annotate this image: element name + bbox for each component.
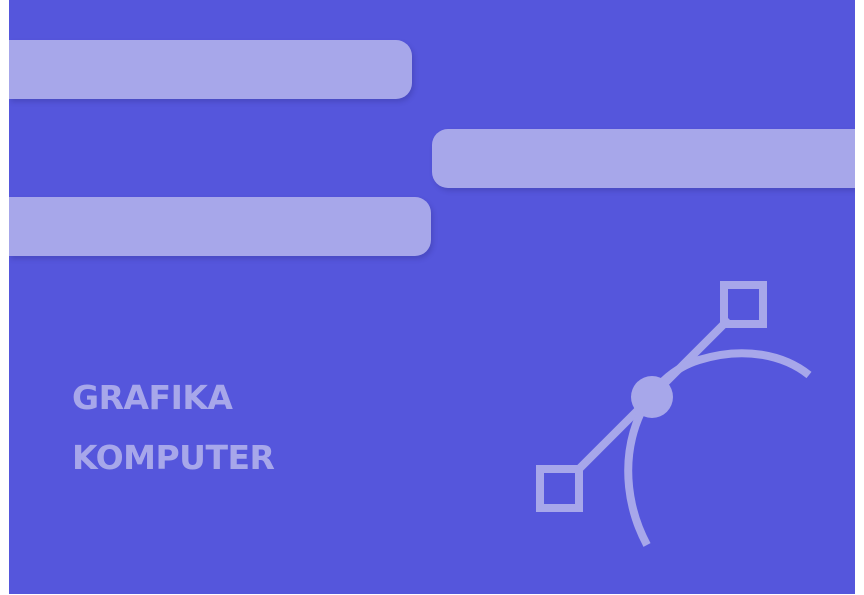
control-point-top-right	[720, 281, 767, 328]
cover-panel: GRAFIKA KOMPUTER	[9, 0, 855, 594]
bezier-pen-tool-icon	[536, 281, 812, 547]
anchor-point	[631, 376, 673, 418]
control-point-bottom-left	[536, 465, 583, 512]
